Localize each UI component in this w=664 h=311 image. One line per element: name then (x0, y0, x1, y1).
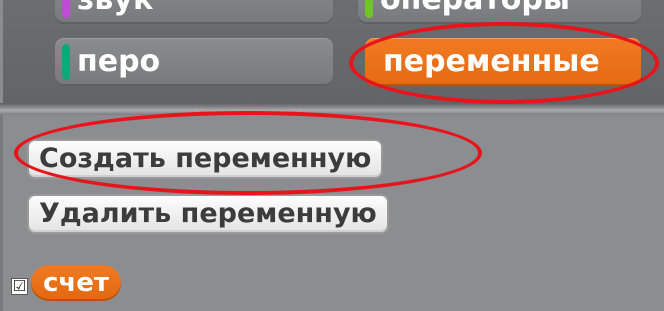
category-operators-button[interactable]: операторы (358, 0, 641, 24)
category-panel: звук операторы перо переменные (0, 0, 664, 105)
variable-visibility-checkbox[interactable]: ☑ (11, 278, 28, 295)
category-variables-button[interactable]: переменные (365, 38, 641, 86)
panel-divider (0, 103, 664, 115)
create-variable-button[interactable]: Создать переменную (27, 139, 384, 179)
category-label: операторы (380, 0, 570, 17)
category-sound-button[interactable]: звук (55, 0, 333, 24)
category-pen-button[interactable]: перо (55, 38, 333, 86)
category-label: звук (77, 0, 153, 17)
category-color-stripe (62, 44, 70, 80)
variable-reporter-block[interactable]: счет (31, 265, 121, 301)
category-color-stripe (62, 0, 70, 18)
category-label: переменные (383, 44, 600, 79)
delete-variable-button[interactable]: Удалить переменную (27, 194, 389, 234)
block-palette: Создать переменную Удалить переменную ☑ … (0, 115, 664, 311)
category-label: перо (77, 44, 161, 79)
category-color-stripe (365, 0, 373, 18)
